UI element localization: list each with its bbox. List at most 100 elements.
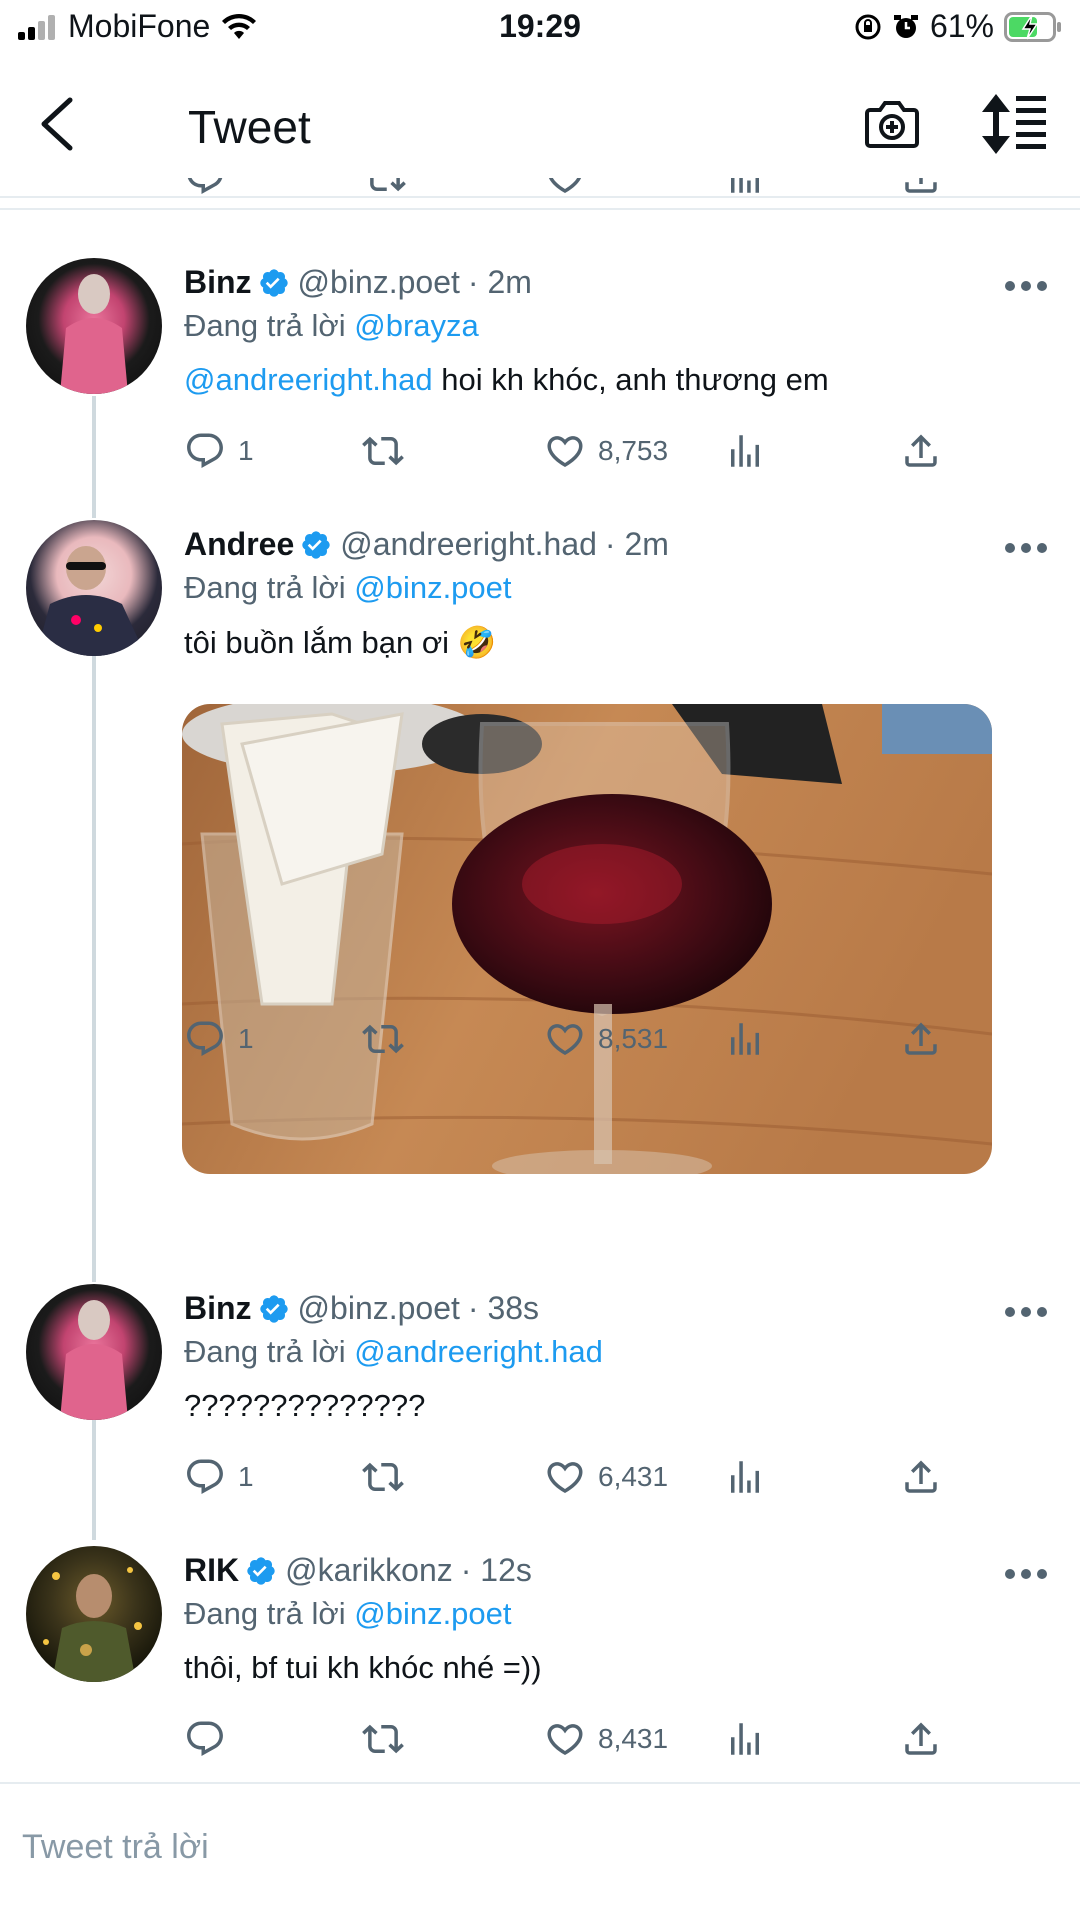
avatar[interactable]	[26, 1284, 162, 1420]
sort-list-icon[interactable]	[980, 92, 1050, 156]
verified-badge-icon	[300, 529, 332, 561]
like-count: 6,431	[598, 1461, 669, 1492]
like-count: 8,531	[598, 1023, 669, 1054]
like-button[interactable]: 8,431	[544, 1718, 668, 1760]
more-options-icon[interactable]	[1004, 542, 1048, 554]
reply-icon	[184, 430, 226, 472]
retweet-button[interactable]	[362, 1456, 404, 1498]
share-icon	[900, 1456, 942, 1498]
reply-input-placeholder[interactable]: Tweet trả lời	[22, 1828, 209, 1867]
views-icon	[724, 1456, 766, 1498]
reply-to-link[interactable]: @binz.poet	[354, 570, 511, 605]
page-title: Tweet	[188, 101, 311, 153]
like-count: 8,753	[598, 435, 669, 466]
views-icon	[724, 1718, 766, 1760]
verified-badge-icon	[258, 267, 290, 299]
previous-tweet-actions	[0, 178, 1080, 210]
camera-plus-icon[interactable]	[862, 94, 922, 154]
share-icon	[900, 430, 942, 472]
share-icon	[900, 1018, 942, 1060]
author-handle[interactable]: @karikkonz	[285, 1552, 453, 1589]
status-bar: MobiFone 19:29 61%	[0, 0, 1080, 56]
views-icon	[724, 430, 766, 472]
share-icon	[900, 178, 942, 198]
author-handle[interactable]: @andreeright.had	[340, 526, 597, 563]
reply-prefix: Đang trả lời	[184, 1596, 355, 1631]
reply-icon	[184, 178, 226, 198]
reply-to-link[interactable]: @binz.poet	[354, 1596, 511, 1631]
reply-count: 1	[238, 435, 254, 466]
like-button[interactable]: 8,531	[544, 1018, 668, 1060]
tweet-actions: 1 8,531	[184, 1018, 964, 1066]
reply-composer[interactable]: Tweet trả lời	[0, 1782, 1080, 1922]
retweet-button[interactable]	[362, 430, 404, 472]
like-icon	[544, 178, 586, 198]
author-handle[interactable]: @binz.poet	[298, 1290, 460, 1327]
like-count: 8,431	[598, 1723, 669, 1754]
tweet-time: · 38s	[467, 1290, 540, 1326]
reply-icon	[184, 1018, 226, 1060]
author-name[interactable]: Binz	[184, 1290, 252, 1327]
like-button[interactable]: 8,753	[544, 430, 668, 472]
orientation-lock-icon	[855, 14, 881, 39]
tweet-media-image[interactable]	[182, 704, 992, 1174]
author-name[interactable]: RIK	[184, 1552, 239, 1589]
reply-button[interactable]: 1	[184, 430, 254, 472]
retweet-button[interactable]	[362, 1718, 404, 1760]
back-button[interactable]	[34, 94, 82, 154]
battery-charging-icon	[1004, 11, 1061, 42]
retweet-icon	[362, 1018, 404, 1060]
share-button[interactable]	[900, 1718, 942, 1760]
tweet[interactable]: Binz @binz.poet · 2m Đang trả lời @brayz…	[0, 236, 1080, 496]
like-icon	[544, 430, 586, 472]
tweet-text: ??????????????	[184, 1388, 426, 1423]
avatar[interactable]	[26, 1546, 162, 1682]
views-button[interactable]	[724, 1718, 766, 1760]
retweet-icon	[364, 178, 406, 198]
tweet-actions: 1 8,753	[184, 430, 964, 478]
like-icon	[544, 1456, 586, 1498]
retweet-icon	[362, 1456, 404, 1498]
author-name[interactable]: Binz	[184, 264, 252, 301]
reply-to-link[interactable]: @brayza	[354, 308, 479, 343]
tweet[interactable]: RIK @karikkonz · 12s Đang trả lời @binz.…	[0, 1524, 1080, 1780]
verified-badge-icon	[245, 1555, 277, 1587]
share-button[interactable]	[900, 1018, 942, 1060]
tweet-actions: 8,431	[184, 1718, 964, 1766]
share-button[interactable]	[900, 430, 942, 472]
views-icon	[724, 178, 766, 198]
reply-context: Đang trả lời @binz.poet	[184, 570, 512, 606]
reply-to-link[interactable]: @andreeright.had	[354, 1334, 603, 1369]
author-handle[interactable]: @binz.poet	[298, 264, 460, 301]
avatar[interactable]	[26, 258, 162, 394]
top-navigation-bar: Tweet	[0, 56, 1080, 198]
reply-prefix: Đang trả lời	[184, 1334, 355, 1369]
mention-link[interactable]: @andreeright.had	[184, 362, 433, 397]
avatar[interactable]	[26, 520, 162, 656]
reply-button[interactable]: 1	[184, 1456, 254, 1498]
reply-prefix: Đang trả lời	[184, 308, 355, 343]
views-button[interactable]	[724, 1456, 766, 1498]
tweet-actions: 1 6,431	[184, 1456, 964, 1504]
battery-percent: 61%	[929, 8, 994, 44]
retweet-icon	[362, 1718, 404, 1760]
more-options-icon[interactable]	[1004, 1568, 1048, 1580]
retweet-button[interactable]	[362, 1018, 404, 1060]
verified-badge-icon	[258, 1293, 290, 1325]
reply-button[interactable]: 1	[184, 1018, 254, 1060]
author-name[interactable]: Andree	[184, 526, 294, 563]
more-options-icon[interactable]	[1004, 1306, 1048, 1318]
reply-count: 1	[238, 1023, 254, 1054]
tweet-time: · 2m	[604, 526, 669, 562]
share-button[interactable]	[900, 1456, 942, 1498]
reply-button[interactable]	[184, 1718, 238, 1760]
more-options-icon[interactable]	[1004, 280, 1048, 292]
tweet[interactable]: Andree @andreeright.had · 2m Đang trả lờ…	[0, 498, 1080, 1262]
share-icon	[900, 1718, 942, 1760]
tweet-time: · 2m	[467, 264, 532, 300]
like-button[interactable]: 6,431	[544, 1456, 668, 1498]
tweet[interactable]: Binz @binz.poet · 38s Đang trả lời @andr…	[0, 1262, 1080, 1522]
views-icon	[724, 1018, 766, 1060]
views-button[interactable]	[724, 1018, 766, 1060]
views-button[interactable]	[724, 430, 766, 472]
